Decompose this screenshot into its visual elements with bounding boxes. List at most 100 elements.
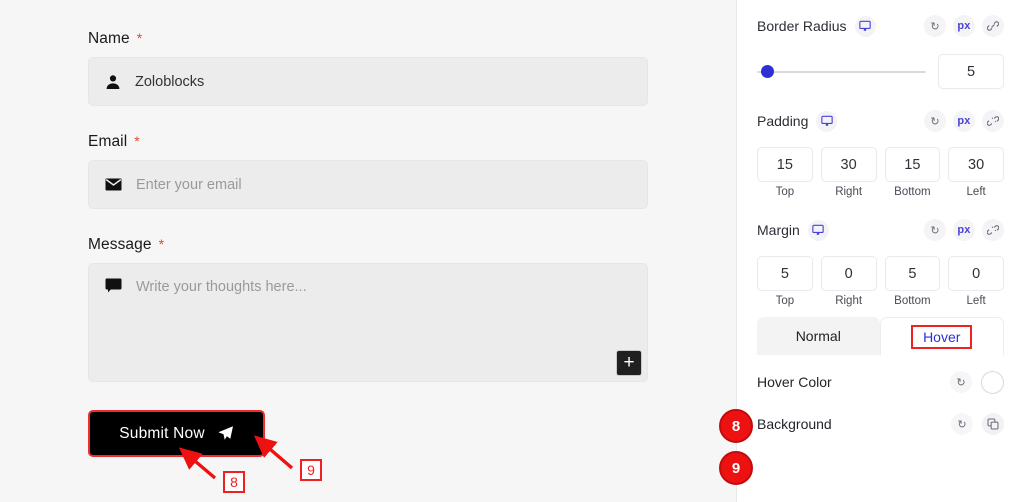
slider-thumb[interactable]: [761, 65, 774, 78]
unit-toggle-px[interactable]: px: [953, 219, 975, 241]
background-actions: ↻: [951, 413, 1004, 435]
border-radius-slider[interactable]: [757, 65, 926, 79]
submit-now-button[interactable]: Submit Now: [88, 410, 265, 457]
desktop-icon[interactable]: [816, 110, 838, 132]
required-asterisk: *: [134, 133, 140, 149]
desktop-icon[interactable]: [807, 219, 829, 241]
hover-color-actions: ↻: [950, 370, 1004, 394]
hover-color-row: Hover Color ↻: [757, 361, 1004, 403]
unit-toggle-px[interactable]: px: [953, 15, 975, 37]
margin-right-label: Right: [835, 295, 863, 307]
padding-bottom-cell: 15 Bottom: [884, 147, 941, 198]
name-input-value: Zoloblocks: [135, 73, 205, 90]
reset-icon[interactable]: ↻: [924, 110, 946, 132]
reset-icon[interactable]: ↻: [924, 15, 946, 37]
copy-layers-icon[interactable]: [982, 413, 1004, 435]
padding-label: Padding: [757, 113, 809, 129]
preview-canvas: Name * Zoloblocks Email * Enter your ema…: [0, 0, 736, 502]
paper-plane-icon: [217, 425, 234, 442]
reset-icon[interactable]: ↻: [924, 219, 946, 241]
padding-actions: ↻ px: [924, 110, 1004, 132]
background-row: Background ↻: [757, 403, 1004, 445]
state-tabs: Normal Hover: [757, 317, 1004, 355]
envelope-icon: [105, 178, 122, 191]
margin-inputs: 5 Top 0 Right 5 Bottom 0 Left: [757, 256, 1004, 307]
padding-title-group: Padding: [757, 110, 838, 132]
padding-top-input[interactable]: 15: [757, 147, 813, 182]
padding-header: Padding ↻ px: [757, 103, 1004, 139]
border-radius-actions: ↻ px: [924, 15, 1004, 37]
marker-badge-9: 9: [719, 451, 753, 485]
slider-track: [757, 70, 926, 73]
background-label: Background: [757, 416, 832, 432]
border-radius-slider-row: 5: [757, 54, 1004, 89]
desktop-icon[interactable]: [854, 15, 876, 37]
margin-right-input[interactable]: 0: [820, 256, 877, 291]
border-radius-title-group: Border Radius: [757, 15, 876, 37]
margin-left-cell: 0 Left: [948, 256, 1004, 307]
tab-hover[interactable]: Hover: [879, 317, 1004, 355]
padding-right-label: Right: [835, 186, 863, 198]
form-field-message: Message * Write your thoughts here... +: [88, 236, 648, 382]
required-asterisk: *: [158, 236, 165, 252]
margin-top-input[interactable]: 5: [757, 256, 813, 291]
link-broken-icon[interactable]: [982, 219, 1004, 241]
message-textarea[interactable]: Write your thoughts here... +: [88, 263, 648, 382]
unit-toggle-px[interactable]: px: [953, 110, 975, 132]
label-email-text: Email: [88, 133, 128, 150]
user-icon: [105, 74, 121, 90]
label-name-text: Name: [88, 30, 130, 47]
label-message-text: Message: [88, 236, 152, 253]
color-swatch-icon[interactable]: [981, 370, 1004, 394]
margin-header: Margin ↻ px: [757, 212, 1004, 248]
label-email: Email *: [88, 133, 648, 151]
reset-icon[interactable]: ↻: [951, 413, 973, 435]
form-field-name: Name * Zoloblocks: [88, 30, 648, 106]
message-placeholder: Write your thoughts here...: [136, 279, 307, 295]
comment-icon: [105, 278, 122, 293]
name-input[interactable]: Zoloblocks: [88, 57, 648, 106]
margin-bottom-cell: 5 Bottom: [884, 256, 941, 307]
required-asterisk: *: [136, 30, 143, 46]
hover-color-label: Hover Color: [757, 374, 832, 390]
link-icon[interactable]: [982, 15, 1004, 37]
submit-wrapper: Submit Now: [88, 410, 648, 457]
add-field-button[interactable]: +: [617, 351, 641, 375]
margin-bottom-label: Bottom: [894, 295, 931, 307]
tab-normal-label: Normal: [795, 328, 841, 344]
margin-title-group: Margin: [757, 219, 829, 241]
padding-top-cell: 15 Top: [757, 147, 813, 198]
margin-bottom-input[interactable]: 5: [884, 256, 941, 291]
settings-panel: Border Radius ↻ px 5 Padding ↻ px 15 Top…: [719, 0, 1024, 502]
email-input[interactable]: Enter your email: [88, 160, 648, 209]
reset-icon[interactable]: ↻: [950, 371, 972, 393]
padding-right-cell: 30 Right: [820, 147, 877, 198]
tab-normal[interactable]: Normal: [757, 317, 880, 355]
plus-icon: +: [623, 351, 635, 373]
margin-top-label: Top: [775, 295, 795, 307]
tab-hover-label: Hover: [911, 324, 973, 349]
submit-button-label: Submit Now: [119, 424, 205, 442]
margin-left-input[interactable]: 0: [948, 256, 1004, 291]
padding-bottom-input[interactable]: 15: [884, 147, 941, 182]
padding-inputs: 15 Top 30 Right 15 Bottom 30 Left: [757, 147, 1004, 198]
link-broken-icon[interactable]: [982, 110, 1004, 132]
padding-left-input[interactable]: 30: [948, 147, 1004, 182]
margin-top-cell: 5 Top: [757, 256, 813, 307]
marker-badge-8: 8: [719, 409, 753, 443]
app-root: Name * Zoloblocks Email * Enter your ema…: [0, 0, 1024, 502]
form-field-email: Email * Enter your email: [88, 133, 648, 209]
border-radius-header: Border Radius ↻ px: [757, 8, 1004, 44]
padding-left-label: Left: [966, 186, 986, 198]
margin-right-cell: 0 Right: [820, 256, 877, 307]
contact-form: Name * Zoloblocks Email * Enter your ema…: [88, 30, 648, 457]
padding-top-label: Top: [775, 186, 795, 198]
email-input-placeholder: Enter your email: [136, 176, 242, 193]
padding-right-input[interactable]: 30: [820, 147, 877, 182]
message-placeholder-row: Write your thoughts here...: [105, 278, 631, 296]
border-radius-value-input[interactable]: 5: [938, 54, 1004, 89]
